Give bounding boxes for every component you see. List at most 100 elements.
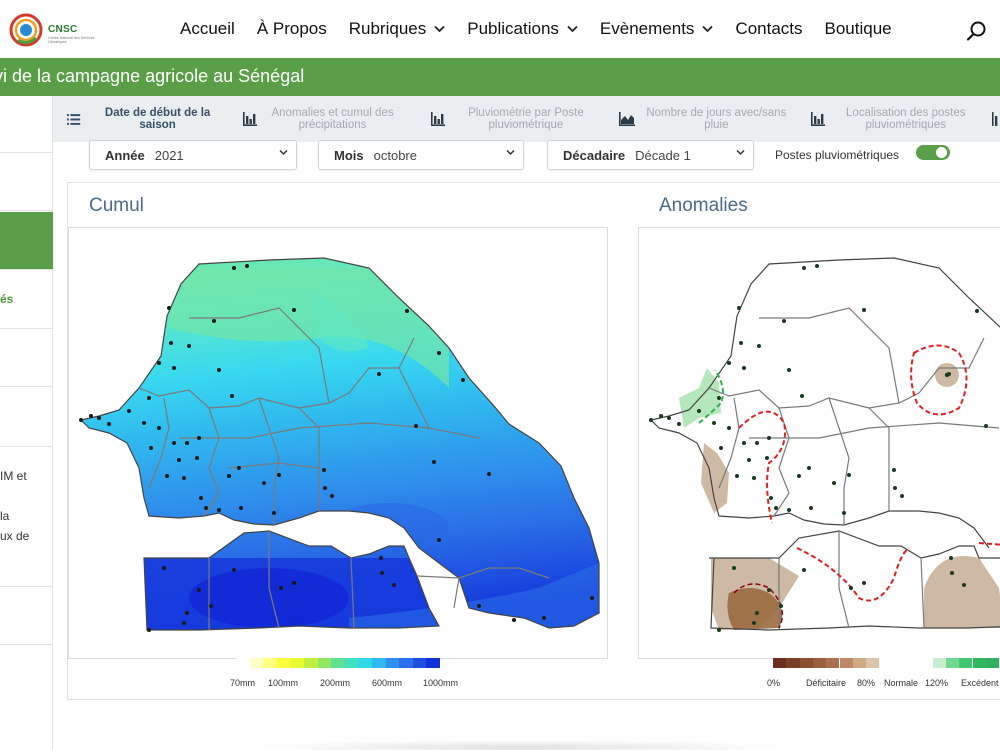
tab-nombre-jours-pluie[interactable]: Nombre de jours avec/sans pluie <box>605 96 796 142</box>
chevron-down-icon <box>279 149 288 156</box>
anomalies-legend-label: 80% <box>857 678 876 688</box>
nav-evenements[interactable]: Evènements <box>600 19 714 39</box>
nav-label: Publications <box>467 19 559 38</box>
sidebar-item[interactable] <box>0 153 53 211</box>
legend-swatch <box>879 658 893 668</box>
legend-swatch <box>426 658 440 668</box>
logo-subtext: Centre National des Services Climatiques <box>48 36 95 44</box>
stations-toggle[interactable] <box>916 145 950 160</box>
legend-swatch <box>812 658 827 668</box>
nav-contacts[interactable]: Contacts <box>735 19 802 39</box>
sidebar: és IM et la ux de <box>0 96 53 750</box>
tab-pluviometrie-poste[interactable]: Pluviométrie par Poste pluviométrique <box>417 96 605 142</box>
legend-swatch <box>331 658 345 668</box>
legend-swatch <box>773 658 787 668</box>
dekad-select-label: Décadaire <box>563 147 626 163</box>
bar-chart-icon <box>430 112 445 126</box>
logo-emblem-icon <box>9 13 43 47</box>
legend-swatch <box>866 658 880 668</box>
sidebar-item[interactable] <box>0 329 53 387</box>
sidebar-item[interactable] <box>0 387 53 447</box>
nav-label: Accueil <box>180 19 235 38</box>
legend-swatch <box>290 658 304 668</box>
tab-anomalies-cumul[interactable]: Anomalies et cumul des précipitations <box>229 96 417 142</box>
cumul-map-svg <box>79 257 600 632</box>
anomalies-map-svg <box>649 257 1000 632</box>
anomalies-title: Anomalies <box>659 195 748 216</box>
legend-swatch <box>249 658 264 668</box>
legend-swatch <box>852 658 867 668</box>
bar-chart-icon[interactable] <box>992 112 1000 126</box>
cumul-title: Cumul <box>89 195 144 216</box>
toggle-knob <box>936 147 947 158</box>
sidebar-item[interactable] <box>0 96 53 153</box>
legend-swatch <box>945 658 960 668</box>
sidebar-item-active[interactable] <box>0 212 53 270</box>
nav-label: Evènements <box>599 19 695 38</box>
bar-chart-icon <box>242 112 257 126</box>
chevron-down-icon <box>567 25 578 33</box>
chevron-down-icon <box>702 25 714 33</box>
page-title: vi de la campagne agricole au Sénégal <box>0 66 305 86</box>
chevron-down-icon <box>434 25 445 33</box>
legend-swatch <box>919 658 933 668</box>
legend-swatch <box>317 658 332 668</box>
legend-swatch <box>263 658 277 668</box>
cumul-map[interactable] <box>68 227 608 659</box>
chevron-down-icon <box>506 149 515 156</box>
month-select-label: Mois <box>334 147 364 163</box>
cnsc-logo[interactable]: CNSC Centre National des Services Climat… <box>8 10 100 50</box>
legend-swatch <box>385 658 400 668</box>
cumul-legend-label: 200mm <box>320 678 351 688</box>
tab-localisation-postes[interactable]: Localisation des postes pluviométriques <box>797 96 992 142</box>
legend-swatch <box>236 658 250 668</box>
legend-swatch <box>972 658 986 668</box>
tab-label: Date de début de la saison <box>104 107 211 131</box>
nav-publications[interactable]: Publications <box>467 19 578 39</box>
tab-label: Anomalies et cumul des précipitations <box>271 107 394 131</box>
cumul-legend-label: 70mm <box>230 678 256 688</box>
sidebar-item-label: ux de <box>0 529 30 543</box>
search-icon[interactable] <box>966 20 988 42</box>
nav-boutique[interactable]: Boutique <box>825 19 892 39</box>
legend-swatch <box>839 658 853 668</box>
legend-swatch <box>344 658 359 668</box>
legend-swatch <box>985 658 1000 668</box>
nav-accueil[interactable]: Accueil <box>180 19 235 39</box>
tab-label: Nombre de jours avec/sans pluie <box>646 107 787 131</box>
page-banner: vi de la campagne agricole au Sénégal <box>0 58 1000 96</box>
sidebar-item-label: és <box>0 292 14 306</box>
anomalies-map[interactable] <box>638 227 1000 659</box>
anomalies-legend-label: 0% <box>767 678 781 688</box>
tab-date-debut-saison[interactable]: Date de début de la saison <box>53 96 229 142</box>
legend-swatch <box>399 658 413 668</box>
sidebar-item[interactable]: IM et la ux de <box>0 447 53 587</box>
bar-chart-icon <box>810 112 825 126</box>
dekad-select-value: Décade 1 <box>635 147 691 163</box>
sidebar-item[interactable] <box>0 587 53 645</box>
year-select-value: 2021 <box>154 147 184 163</box>
nav-a-propos[interactable]: À Propos <box>257 19 327 39</box>
main-menu: Accueil À Propos Rubriques Publications … <box>180 0 914 58</box>
month-select-value: octobre <box>373 147 417 163</box>
legend-swatch <box>304 658 318 668</box>
legend-swatch <box>932 658 946 668</box>
tab-bar: Date de début de la saison Anomalies et … <box>53 96 1000 142</box>
cumul-legend-label: 1000mm <box>423 678 459 688</box>
month-select[interactable]: Mois octobre <box>318 140 524 170</box>
year-select-label: Année <box>105 147 145 163</box>
anomalies-legend-label: Excédent <box>961 678 999 688</box>
year-select[interactable]: Année 2021 <box>89 140 297 170</box>
legend-swatch <box>826 658 840 668</box>
tab-label: Localisation des postes pluviométriques <box>845 107 966 131</box>
area-chart-icon <box>619 112 636 126</box>
cumul-legend-label: 100mm <box>268 678 299 688</box>
dekad-select[interactable]: Décadaire Décade 1 <box>547 140 754 170</box>
anomalies-legend-label: Normale <box>884 678 919 688</box>
tab-label: Pluviométrie par Poste pluviométrique <box>468 107 584 131</box>
sidebar-item[interactable]: és <box>0 270 53 329</box>
legend-swatch <box>959 658 973 668</box>
legend-swatch <box>372 658 386 668</box>
nav-label: À Propos <box>256 19 327 38</box>
nav-rubriques[interactable]: Rubriques <box>349 19 446 39</box>
